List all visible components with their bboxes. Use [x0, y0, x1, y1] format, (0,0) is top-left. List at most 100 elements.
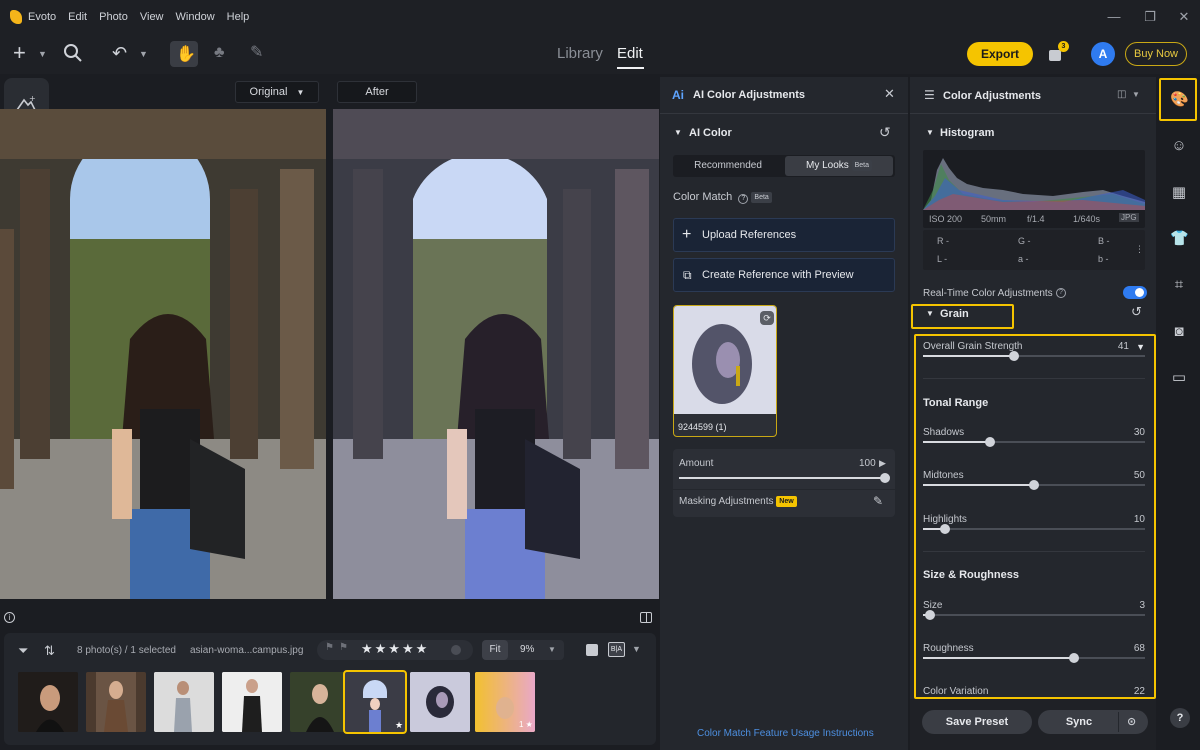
highlights-slider[interactable]: Highlights 10 [923, 514, 1145, 536]
thumbnail[interactable] [222, 672, 282, 732]
crop-icon[interactable]: ⌗ [1170, 276, 1188, 294]
midtones-slider[interactable]: Midtones 50 [923, 470, 1145, 492]
palette-icon[interactable]: 🎨 [1170, 91, 1189, 109]
usage-instructions-link[interactable]: Color Match Feature Usage Instructions [697, 728, 874, 739]
overall-grain-track[interactable] [923, 351, 1145, 361]
menu-help[interactable]: Help [227, 11, 250, 23]
highlights-track[interactable] [923, 524, 1145, 534]
shadows-slider[interactable]: Shadows 30 [923, 427, 1145, 449]
help-icon[interactable]: ? [738, 194, 749, 204]
reference-card[interactable]: ⟳ 9244599 (1) [673, 305, 777, 437]
before-after-icon[interactable]: B|A [608, 642, 625, 657]
avatar[interactable]: A [1091, 42, 1115, 66]
size-slider[interactable]: Size 3 [923, 600, 1145, 622]
close-icon[interactable]: ✕ [884, 86, 895, 102]
upload-references-button[interactable]: + Upload References [673, 218, 895, 252]
batch-icon[interactable]: 3 [1047, 41, 1069, 63]
search-icon[interactable] [63, 43, 83, 67]
collapse-triangle-icon[interactable]: ▼ [926, 128, 934, 137]
help-icon[interactable]: ? [1170, 708, 1190, 728]
color-label-dot[interactable] [451, 645, 461, 655]
folder-icon[interactable]: ▭ [1170, 369, 1188, 387]
info-icon[interactable]: i [4, 612, 15, 623]
shadows-knob[interactable] [984, 437, 995, 447]
thumbnail[interactable] [290, 672, 350, 732]
highlights-knob[interactable] [940, 524, 951, 534]
compare-layout-icon[interactable] [640, 612, 652, 623]
realtime-toggle[interactable] [1123, 286, 1147, 299]
after-photo[interactable] [333, 109, 659, 599]
flag-icon[interactable]: ⚑ [325, 642, 334, 653]
undo-chevron-down-icon[interactable]: ▼ [139, 49, 148, 59]
help-icon[interactable]: ? [1056, 288, 1066, 298]
roughness-track[interactable] [923, 653, 1145, 663]
restore-icon[interactable]: ❐ [1142, 9, 1158, 25]
size-knob[interactable] [924, 610, 935, 620]
sync-button[interactable]: Sync ⊙ [1038, 710, 1148, 734]
buy-now-button[interactable]: Buy Now [1125, 42, 1187, 66]
refresh-icon[interactable]: ⟳ [760, 311, 774, 325]
thumbnail[interactable] [154, 672, 214, 732]
save-preset-button[interactable]: Save Preset [922, 710, 1032, 734]
stamp-icon[interactable]: ♣ [214, 43, 225, 63]
amount-slider-knob[interactable] [880, 473, 890, 483]
grain-collapse-icon[interactable]: ▼ [926, 309, 934, 318]
thumbnail[interactable]: 1 ★ [475, 672, 535, 732]
star-rating[interactable]: ★★★★★ [361, 641, 429, 657]
add-icon[interactable]: + [13, 42, 26, 64]
camera-icon[interactable]: ◙ [1170, 323, 1188, 341]
thumbnail[interactable] [410, 672, 470, 732]
thumbnail[interactable] [86, 672, 146, 732]
background-icon[interactable]: ▦ [1170, 184, 1188, 202]
roughness-slider[interactable]: Roughness 68 [923, 643, 1145, 665]
add-chevron-down-icon[interactable]: ▼ [38, 49, 47, 59]
sort-icon[interactable]: ⇅ [44, 643, 55, 659]
tab-my-looks[interactable]: My Looks Beta [785, 156, 893, 176]
thumbnail[interactable] [18, 672, 78, 732]
midtones-track[interactable] [923, 480, 1145, 490]
roughness-knob[interactable] [1068, 653, 1079, 663]
menu-view[interactable]: View [140, 11, 164, 23]
hand-tool-button[interactable]: ✋ [170, 41, 198, 67]
sync-settings-icon[interactable]: ⊙ [1127, 710, 1136, 734]
grain-reset-icon[interactable]: ↺ [1131, 304, 1142, 320]
shadows-track[interactable] [923, 437, 1145, 447]
clothing-icon[interactable]: 👕 [1170, 230, 1189, 248]
overall-grain-chevron-down-icon[interactable]: ▼ [1136, 342, 1145, 352]
overall-grain-slider[interactable]: Overall Grain Strength 41 ▼ [923, 341, 1145, 363]
reset-icon[interactable]: ↺ [879, 124, 891, 141]
bandage-icon[interactable]: ✎ [250, 43, 263, 63]
filter-icon[interactable]: ⏷ [18, 643, 28, 659]
undo-icon[interactable]: ↶ [112, 43, 127, 63]
collapse-triangle-icon[interactable]: ▼ [674, 128, 682, 137]
color-variation-slider[interactable]: Color Variation 22 [923, 686, 1145, 698]
size-track[interactable] [923, 610, 1145, 620]
original-photo[interactable] [0, 109, 326, 599]
original-view-select[interactable]: Original ▼ [235, 81, 319, 103]
tab-library[interactable]: Library [557, 45, 603, 62]
midtones-knob[interactable] [1029, 480, 1039, 490]
amount-slider[interactable] [679, 473, 890, 483]
create-reference-button[interactable]: ⧉ Create Reference with Preview [673, 258, 895, 292]
panel-chevron-down-icon[interactable]: ▼ [1132, 90, 1140, 99]
menu-edit[interactable]: Edit [68, 11, 87, 23]
tab-edit[interactable]: Edit [617, 45, 643, 62]
face-icon[interactable]: ☺ [1170, 137, 1188, 155]
reject-flag-icon[interactable]: ⚑ [339, 642, 348, 653]
panel-layout-icon[interactable]: ◫ [1117, 89, 1126, 100]
overall-grain-knob[interactable] [1009, 351, 1020, 361]
masking-edit-icon[interactable]: ✎ [873, 494, 883, 508]
menu-window[interactable]: Window [176, 11, 215, 23]
minimize-icon[interactable]: — [1106, 9, 1122, 25]
export-button[interactable]: Export [967, 42, 1033, 66]
fit-button[interactable]: Fit [482, 640, 508, 660]
close-window-icon[interactable]: ✕ [1176, 9, 1192, 25]
thumbnail-selected[interactable]: ★ [343, 670, 407, 734]
single-view-icon[interactable] [586, 644, 598, 656]
amount-expand-icon[interactable]: ▶ [879, 458, 886, 469]
tab-recommended[interactable]: Recommended [673, 155, 783, 177]
menu-photo[interactable]: Photo [99, 11, 128, 23]
more-icon[interactable]: ⋮ [1135, 244, 1144, 255]
zoom-control[interactable]: Fit 9% ▼ [482, 640, 564, 660]
view-chevron-down-icon[interactable]: ▼ [632, 644, 641, 654]
